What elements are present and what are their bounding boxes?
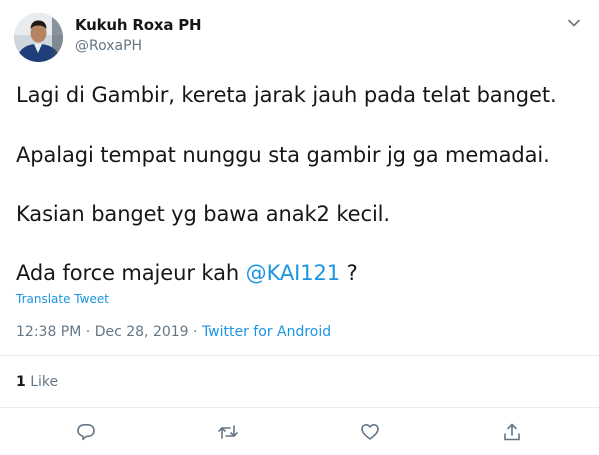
mention-link[interactable]: @KAI121 <box>246 261 340 285</box>
tweet-metadata: 12:38 PM · Dec 28, 2019 · Twitter for An… <box>16 324 331 340</box>
tweet-text-line: Ada force majeur kah @KAI121 ? <box>16 260 358 286</box>
reply-icon[interactable] <box>74 420 98 444</box>
meta-separator: · <box>188 324 202 340</box>
tweet-source-link[interactable]: Twitter for Android <box>202 324 331 340</box>
author-handle[interactable]: @RoxaPH <box>75 38 142 54</box>
author-name[interactable]: Kukuh Roxa PH <box>75 16 202 34</box>
tweet-date[interactable]: Dec 28, 2019 <box>95 324 189 340</box>
share-icon[interactable] <box>500 420 524 444</box>
divider <box>0 355 599 356</box>
heart-icon[interactable] <box>358 420 382 444</box>
tweet-time[interactable]: 12:38 PM <box>16 324 81 340</box>
tweet-text-line: Kasian banget yg bawa anak2 kecil. <box>16 202 390 226</box>
tweet-text-suffix: ? <box>340 261 358 285</box>
likes-count: 1 <box>16 374 26 390</box>
tweet-card: Kukuh Roxa PH @RoxaPH Lagi di Gambir, ke… <box>0 0 599 455</box>
likes-label: Like <box>25 374 59 390</box>
likes-stat[interactable]: 1 Like <box>16 374 58 390</box>
chevron-down-icon[interactable] <box>564 13 584 33</box>
avatar-image <box>14 13 63 62</box>
meta-separator: · <box>81 324 95 340</box>
retweet-icon[interactable] <box>216 420 240 444</box>
tweet-text-line: Apalagi tempat nunggu sta gambir jg ga m… <box>16 143 550 167</box>
tweet-text-prefix: Ada force majeur kah <box>16 261 246 285</box>
translate-tweet-link[interactable]: Translate Tweet <box>16 292 109 306</box>
avatar[interactable] <box>14 13 63 62</box>
tweet-text-line: Lagi di Gambir, kereta jarak jauh pada t… <box>16 83 557 107</box>
divider <box>0 407 599 408</box>
